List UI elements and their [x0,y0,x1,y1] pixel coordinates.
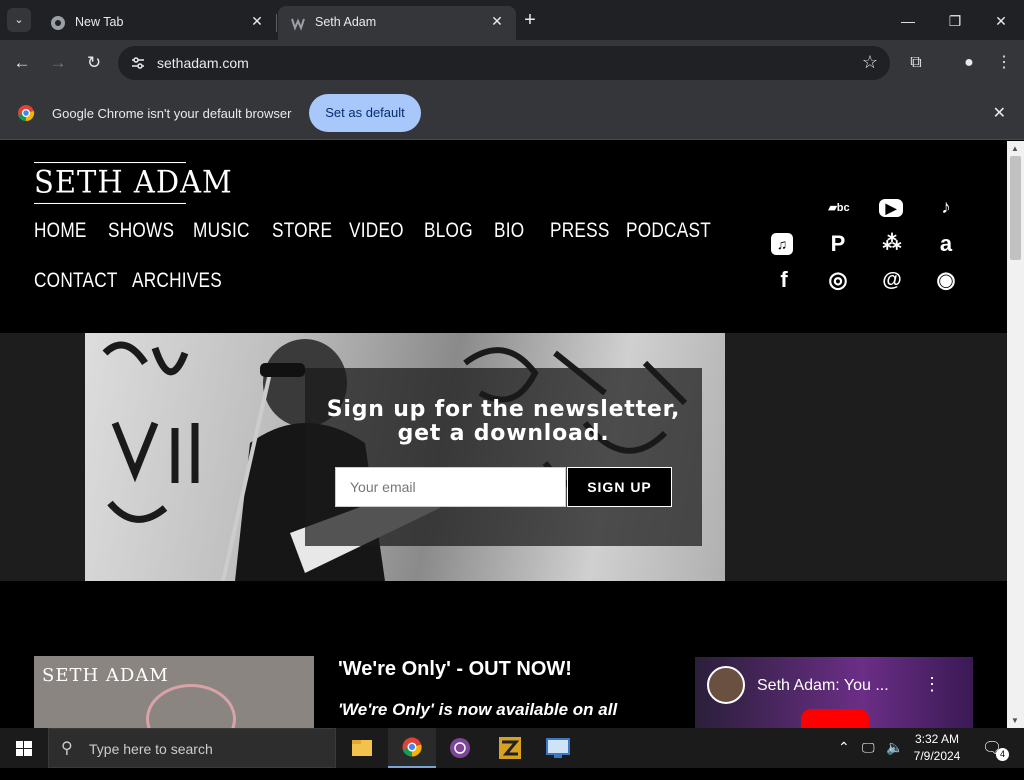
profile-icon[interactable]: ● [957,51,981,75]
notification-count-badge: 4 [996,748,1009,761]
release-subtitle: 'We're Only' is now available on all [338,700,618,719]
amazon-icon[interactable]: a [933,231,959,257]
nav-podcast[interactable]: PODCAST [626,219,711,243]
reload-icon[interactable]: ↻ [82,51,106,75]
play-button-icon[interactable] [801,709,869,728]
search-icon: ⚲ [61,740,73,757]
url-text: sethadam.com [157,55,249,71]
windows-start-icon[interactable] [0,728,48,768]
nav-contact[interactable]: CONTACT [34,269,118,293]
close-tab-icon[interactable]: ✕ [488,12,506,30]
newsletter-box: Sign up for the newsletter, get a downlo… [305,368,702,546]
release-title: 'We're Only' - OUT NOW! [338,658,572,680]
newsletter-title: Sign up for the newsletter, get a downlo… [326,397,681,446]
spotify-icon[interactable]: ◉ [933,267,959,293]
signup-button[interactable]: SIGN UP [567,467,672,507]
forward-icon[interactable]: → [46,51,70,75]
volume-muted-icon[interactable]: 🔈 [886,739,903,779]
windows-taskbar: ⚲ Type here to search ⌃ 🖵 🔈 3:32 AM 7/9/… [0,728,1024,768]
bandcamp-icon[interactable]: ▰bc [825,195,853,221]
tab-search-button[interactable]: ⌄ [7,8,31,32]
tab-new-tab[interactable]: New Tab ✕ [38,6,276,40]
minimize-icon[interactable]: — [885,8,931,34]
tab-seth-adam[interactable]: Seth Adam ✕ [278,6,516,40]
browser-toolbar: ← → ↻ sethadam.com ☆ ⧉ ● ⋮ [0,40,1024,86]
page-scrollbar[interactable]: ▲ ▼ [1007,141,1024,728]
chrome-taskbar-icon[interactable] [388,728,436,768]
remote-desktop-icon[interactable] [534,728,582,768]
restore-icon[interactable]: ❐ [932,8,978,34]
clock-time: 3:32 AM [914,732,960,746]
nav-archives[interactable]: ARCHIVES [132,269,222,293]
apple-music-icon[interactable]: ♫ [771,233,793,255]
infobar-close-icon[interactable]: ✕ [993,103,1006,123]
back-icon[interactable]: ← [10,51,34,75]
tray-overflow-icon[interactable]: ⌃ [838,739,850,779]
site-favicon-icon [291,18,305,31]
tab-strip: ⌄ New Tab ✕ Seth Adam ✕ + — ❐ ✕ [0,0,1024,40]
network-icon[interactable]: 🖵 [862,740,875,780]
close-tab-icon[interactable]: ✕ [248,12,266,30]
extensions-icon[interactable]: ⧉ [904,51,928,75]
tidal-icon[interactable]: ⁂ [879,231,905,257]
new-tab-button[interactable]: + [518,10,542,32]
scroll-thumb[interactable] [1010,156,1021,260]
tor-browser-icon[interactable] [436,728,484,768]
scroll-up-icon[interactable]: ▲ [1011,144,1019,153]
pandora-icon[interactable]: P [825,231,851,257]
address-bar[interactable]: sethadam.com ☆ [118,46,890,80]
album-cover[interactable]: SETH ADAM [34,656,314,728]
email-input[interactable]: Your email [335,467,566,507]
nav-store[interactable]: STORE [272,219,332,243]
close-window-icon[interactable]: ✕ [978,8,1024,34]
tab-separator [276,14,277,32]
scroll-down-icon[interactable]: ▼ [1011,716,1019,725]
bookmark-star-icon[interactable]: ☆ [862,52,878,73]
chrome-icon [51,16,65,30]
album-logo: SETH ADAM [42,665,169,686]
nav-press[interactable]: PRESS [550,219,610,243]
tab-title: Seth Adam [315,15,377,29]
menu-icon[interactable]: ⋮ [992,51,1016,75]
nav-home[interactable]: HOME [34,219,87,243]
nav-video[interactable]: VIDEO [349,219,404,243]
default-browser-infobar: Google Chrome isn't your default browser… [0,86,1024,140]
web-page: SETH ADAM HOME SHOWS MUSIC STORE VIDEO B… [0,141,1007,728]
youtube-icon[interactable]: ▶ [879,199,903,217]
threads-icon[interactable]: @ [879,267,905,293]
nav-music[interactable]: MUSIC [193,219,250,243]
taskbar-search[interactable]: ⚲ Type here to search [48,728,336,768]
set-as-default-button[interactable]: Set as default [309,94,421,132]
yellow-app-icon[interactable] [486,728,534,768]
instagram-icon[interactable]: ◎ [825,267,851,293]
youtube-embed[interactable]: Seth Adam: You ... ⋮ [695,657,973,728]
album-flower-art [146,684,236,728]
taskbar-search-placeholder: Type here to search [89,741,213,757]
infobar-message: Google Chrome isn't your default browser [52,106,292,121]
tiktok-icon[interactable]: ♪ [933,195,959,221]
hero-banner: Sign up for the newsletter, get a downlo… [0,333,1007,581]
file-explorer-icon[interactable] [338,728,386,768]
site-logo[interactable]: SETH ADAM [34,162,232,204]
facebook-icon[interactable]: f [771,267,797,293]
channel-avatar [707,666,745,704]
nav-blog[interactable]: BLOG [424,219,473,243]
video-title[interactable]: Seth Adam: You ... [757,677,889,695]
tab-title: New Tab [75,15,124,29]
nav-shows[interactable]: SHOWS [108,219,174,243]
site-info-icon[interactable] [130,55,146,71]
clock-date: 7/9/2024 [913,749,961,763]
taskbar-clock[interactable]: 3:32 AM 7/9/2024 [904,731,970,765]
nav-bio[interactable]: BIO [494,219,524,243]
chrome-logo-icon [18,105,35,122]
video-more-icon[interactable]: ⋮ [923,674,941,695]
